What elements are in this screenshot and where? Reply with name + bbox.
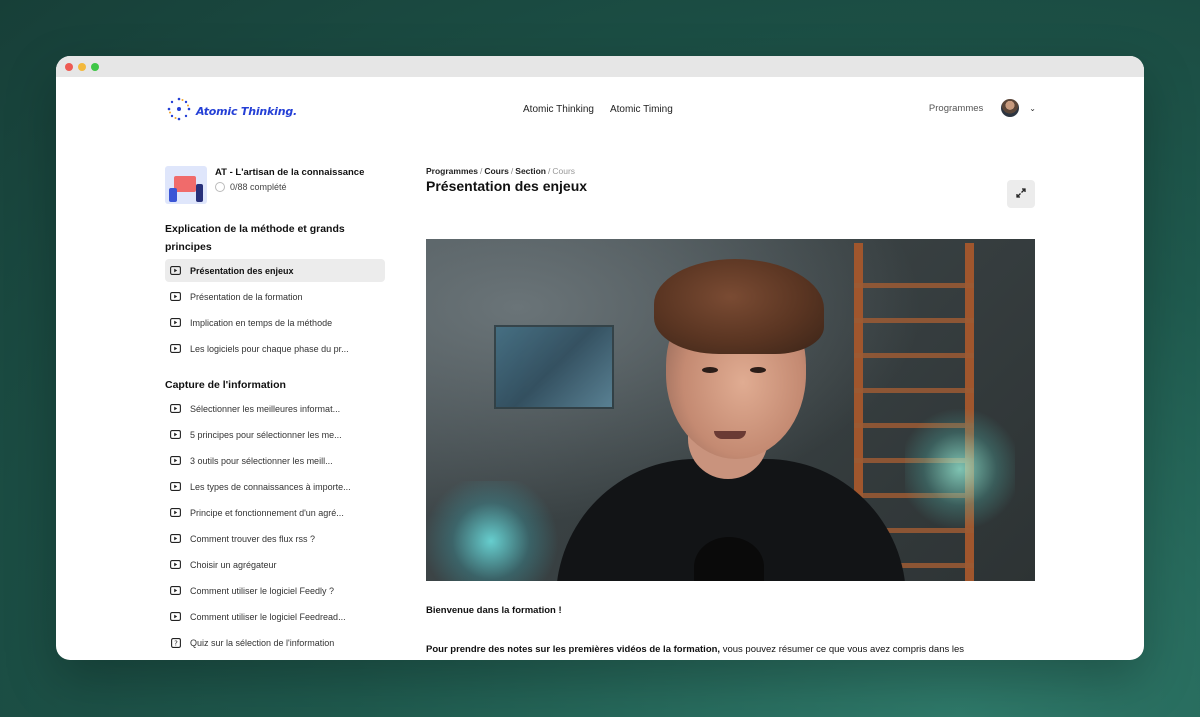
- play-icon: [169, 264, 182, 277]
- play-icon: [169, 506, 182, 519]
- play-icon: [169, 610, 182, 623]
- sidebar-lesson-item[interactable]: Principe et fonctionnement d'un agré...: [165, 501, 385, 524]
- breadcrumb: Programmes / Cours / Section / Cours: [426, 166, 576, 176]
- quiz-icon: ?: [169, 636, 182, 649]
- course-title: AT - L'artisan de la connaissance: [215, 167, 365, 178]
- lesson-content: Bienvenue dans la formation ! Pour prend…: [426, 604, 1035, 660]
- logo-text: Atomic Thinking.: [196, 105, 298, 118]
- page-title: Présentation des enjeux: [426, 178, 588, 194]
- minimize-window-button[interactable]: [78, 63, 86, 71]
- course-progress: 0/88 complété: [215, 182, 364, 192]
- breadcrumb-current: Cours: [552, 166, 576, 176]
- sidebar-lesson-item[interactable]: Sélectionner les meilleures informat...: [165, 397, 385, 420]
- lesson-main: Programmes / Cours / Section / Cours Présentat…: [426, 166, 1035, 655]
- logo[interactable]: Atomic Thinking.: [166, 96, 297, 127]
- progress-ring-icon: [215, 182, 225, 192]
- breadcrumb-programmes[interactable]: Programmes: [426, 166, 478, 176]
- lesson-sections: Explication de la méthode et grands prin…: [165, 220, 385, 654]
- course-progress-text: 0/88 complété: [230, 182, 287, 192]
- breadcrumb-section[interactable]: Section: [515, 166, 546, 176]
- sidebar-lesson-label: Comment utiliser le logiciel Feedly ?: [190, 585, 335, 596]
- main-nav: Atomic Thinking Atomic Timing: [523, 104, 673, 115]
- sidebar-lesson-label: Sélectionner les meilleures informat...: [190, 403, 341, 414]
- nav-link-atomic-thinking[interactable]: Atomic Thinking: [523, 104, 594, 115]
- sidebar-lesson-item[interactable]: Présentation de la formation: [165, 285, 385, 308]
- sidebar-lesson-item[interactable]: Implication en temps de la méthode: [165, 311, 385, 334]
- sidebar-lesson-item[interactable]: Les logiciels pour chaque phase du pr...: [165, 337, 385, 360]
- play-icon: [169, 558, 182, 571]
- play-icon: [169, 532, 182, 545]
- sidebar-section-title: Explication de la méthode et grands prin…: [165, 223, 345, 253]
- sidebar-lesson-label: Implication en temps de la méthode: [190, 317, 333, 328]
- sidebar-lesson-label: Présentation des enjeux: [190, 265, 294, 276]
- sidebar-section-title: Capture de l'information: [165, 379, 286, 391]
- course-sidebar: AT - L'artisan de la connaissance 0/88 c…: [165, 166, 385, 657]
- breadcrumb-cours[interactable]: Cours: [484, 166, 509, 176]
- svg-text:?: ?: [174, 639, 178, 647]
- sidebar-lesson-label: Choisir un agrégateur: [190, 559, 277, 570]
- sidebar-lesson-item[interactable]: Choisir un agrégateur: [165, 553, 385, 576]
- sidebar-lesson-label: 5 principes pour sélectionner les me...: [190, 429, 342, 440]
- play-icon: [169, 290, 182, 303]
- sidebar-lesson-label: 3 outils pour sélectionner les meill...: [190, 455, 333, 466]
- play-icon: [169, 428, 182, 441]
- avatar[interactable]: [1001, 99, 1020, 117]
- sidebar-lesson-label: Comment trouver des flux rss ?: [190, 533, 316, 544]
- course-thumbnail: [165, 166, 207, 204]
- play-icon: [169, 316, 182, 329]
- sidebar-lesson-item[interactable]: 3 outils pour sélectionner les meill...: [165, 449, 385, 472]
- close-window-button[interactable]: [65, 63, 73, 71]
- paragraph-text: vous pouvez résumer ce que vous avez com…: [720, 644, 965, 655]
- course-header: AT - L'artisan de la connaissance 0/88 c…: [165, 166, 385, 204]
- play-icon: [169, 454, 182, 467]
- video-player[interactable]: [426, 239, 1035, 581]
- nav-link-programmes[interactable]: Programmes: [929, 103, 983, 114]
- play-icon: [169, 402, 182, 415]
- nav-link-atomic-timing[interactable]: Atomic Timing: [610, 104, 673, 115]
- sidebar-lesson-label: Principe et fonctionnement d'un agré...: [190, 507, 344, 518]
- background-painting: [494, 325, 614, 409]
- sidebar-lesson-item[interactable]: Les types de connaissances à importe...: [165, 475, 385, 498]
- atom-logo-icon: [166, 96, 192, 127]
- sidebar-lesson-label: Présentation de la formation: [190, 291, 303, 302]
- play-icon: [169, 342, 182, 355]
- chevron-down-icon[interactable]: ⌄: [1029, 104, 1036, 113]
- play-icon: [169, 584, 182, 597]
- top-navigation: Atomic Thinking. Atomic Thinking Atomic …: [56, 77, 1144, 139]
- sidebar-lesson-item[interactable]: Comment utiliser le logiciel Feedly ?: [165, 579, 385, 602]
- sidebar-lesson-item[interactable]: 5 principes pour sélectionner les me...: [165, 423, 385, 446]
- sidebar-lesson-label: Les types de connaissances à importe...: [190, 481, 351, 492]
- sidebar-lesson-item[interactable]: Comment trouver des flux rss ?: [165, 527, 385, 550]
- window-titlebar: [56, 56, 1144, 77]
- sidebar-lesson-label: Les logiciels pour chaque phase du pr...: [190, 343, 349, 354]
- sidebar-lesson-label: Quiz sur la sélection de l'information: [190, 637, 335, 648]
- sidebar-lesson-item[interactable]: Comment utiliser le logiciel Feedread...: [165, 605, 385, 628]
- expand-icon: [1016, 185, 1026, 203]
- browser-window: Atomic Thinking. Atomic Thinking Atomic …: [56, 56, 1144, 660]
- user-area: Programmes ⌄: [929, 99, 1036, 117]
- sidebar-lesson-label: Comment utiliser le logiciel Feedread...: [190, 611, 346, 622]
- play-icon: [169, 480, 182, 493]
- sidebar-lesson-item[interactable]: ? Quiz sur la sélection de l'information: [165, 631, 385, 654]
- fullscreen-button[interactable]: [1007, 180, 1035, 208]
- paragraph-bold: Pour prendre des notes sur les premières…: [426, 644, 721, 655]
- intro-text: Bienvenue dans la formation !: [426, 605, 562, 616]
- maximize-window-button[interactable]: [91, 63, 99, 71]
- sidebar-lesson-item[interactable]: Présentation des enjeux: [165, 259, 385, 282]
